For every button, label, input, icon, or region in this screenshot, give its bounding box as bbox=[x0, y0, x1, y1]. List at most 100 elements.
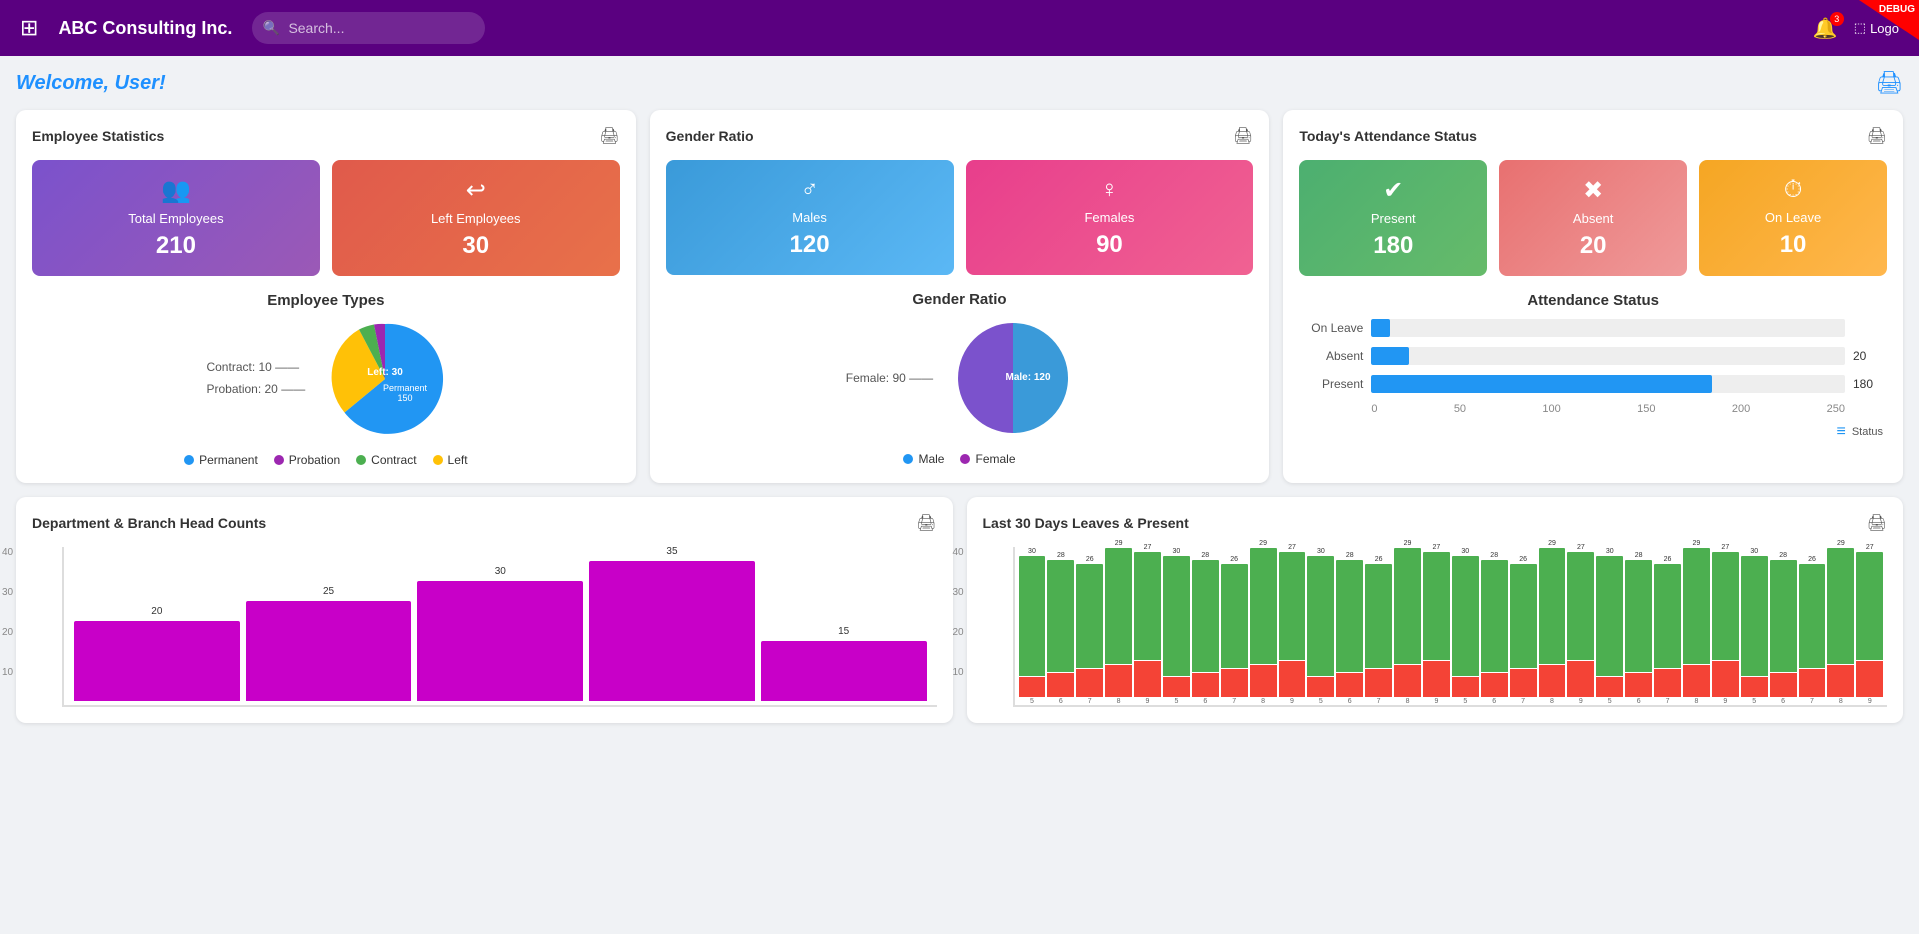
present-bar-fill bbox=[1371, 375, 1712, 393]
males-value: 120 bbox=[790, 231, 830, 259]
absent-bar-value: 20 bbox=[1853, 349, 1883, 363]
employee-types-pie-area: Contract: 10 —— Probation: 20 —— Left: 3… bbox=[32, 319, 620, 439]
left-employees-tile: ↩ Left Employees 30 bbox=[332, 160, 620, 276]
dept-branch-bar-chart: 20 25 30 35 bbox=[62, 547, 937, 707]
absent-icon: ✖ bbox=[1583, 176, 1603, 205]
gender-ratio-chart-title: Gender Ratio bbox=[666, 291, 1254, 308]
day-col-7: 267 bbox=[1221, 556, 1248, 705]
legend-female: Female bbox=[960, 452, 1015, 466]
dept-y-labels: 40 30 20 10 bbox=[2, 547, 13, 707]
absent-tile: ✖ Absent 20 bbox=[1499, 160, 1687, 276]
total-employees-tile: 👥 Total Employees 210 bbox=[32, 160, 320, 276]
last30days-print[interactable]: 🖨 bbox=[1867, 513, 1887, 533]
on-leave-label: On Leave bbox=[1765, 210, 1821, 225]
header: ⊞ ABC Consulting Inc. 🔔 3 ⬚ Logo bbox=[0, 0, 1919, 56]
legend-permanent: Permanent bbox=[184, 453, 258, 467]
pie-labels: Contract: 10 —— Probation: 20 —— bbox=[206, 357, 305, 400]
day-col-2: 267 bbox=[1076, 556, 1103, 705]
day-col-1: 286 bbox=[1047, 552, 1074, 705]
day-col-6: 286 bbox=[1192, 552, 1219, 705]
notification-badge: 3 bbox=[1830, 12, 1844, 26]
day-col-3: 298 bbox=[1105, 540, 1132, 705]
attendance-axis: 0 50 100 150 200 250 bbox=[1371, 403, 1883, 415]
females-label: Females bbox=[1084, 210, 1134, 225]
app-logo: ABC Consulting Inc. bbox=[58, 18, 232, 39]
day-col-29: 279 bbox=[1856, 544, 1883, 705]
attendance-status-card: Today's Attendance Status 🖨 ✔ Present 18… bbox=[1283, 110, 1903, 483]
svg-text:Male: 120: Male: 120 bbox=[1006, 372, 1051, 383]
absent-value: 20 bbox=[1580, 232, 1607, 260]
employee-statistics-print[interactable]: 🖨 bbox=[599, 126, 619, 146]
employee-statistics-card: Employee Statistics 🖨 👥 Total Employees … bbox=[16, 110, 636, 483]
on-leave-bar-track bbox=[1371, 319, 1845, 337]
status-legend-label: Status bbox=[1852, 426, 1883, 438]
employee-types-pie: Left: 30 Permanent 150 bbox=[325, 319, 445, 439]
female-pie-label: Female: 90 —— bbox=[846, 371, 933, 385]
day-col-9: 279 bbox=[1279, 544, 1306, 705]
dept-branch-print[interactable]: 🖨 bbox=[916, 513, 936, 533]
dept-branch-card: Department & Branch Head Counts 🖨 40 30 … bbox=[16, 497, 953, 723]
employee-statistics-title: Employee Statistics bbox=[32, 128, 164, 144]
welcome-row: Welcome, User! 🖨 bbox=[16, 70, 1903, 96]
last30days-title: Last 30 Days Leaves & Present bbox=[983, 515, 1189, 531]
males-tile: ♂ Males 120 bbox=[666, 160, 954, 275]
present-tile: ✔ Present 180 bbox=[1299, 160, 1487, 276]
day-col-12: 267 bbox=[1365, 556, 1392, 705]
legend-male: Male bbox=[903, 452, 944, 466]
attendance-chart-title: Attendance Status bbox=[1299, 292, 1887, 309]
dept-bar-2: 25 bbox=[246, 586, 412, 705]
header-actions: 🔔 3 ⬚ Logo bbox=[1813, 16, 1899, 41]
last30days-chart: 3052862672982793052862672982793052862672… bbox=[1013, 547, 1888, 707]
search-wrapper bbox=[252, 12, 852, 44]
present-icon: ✔ bbox=[1383, 176, 1403, 205]
absent-bar-row: Absent 20 bbox=[1303, 347, 1883, 365]
day-col-26: 286 bbox=[1770, 552, 1797, 705]
left-employees-value: 30 bbox=[462, 232, 489, 260]
welcome-prefix: Welcome, bbox=[16, 72, 109, 94]
attendance-status-title: Today's Attendance Status bbox=[1299, 128, 1477, 144]
dept-bar-5: 15 bbox=[761, 626, 927, 705]
total-employees-icon: 👥 bbox=[161, 176, 191, 205]
day-col-16: 286 bbox=[1481, 552, 1508, 705]
day-col-18: 298 bbox=[1539, 540, 1566, 705]
dept-branch-header: Department & Branch Head Counts 🖨 bbox=[32, 513, 937, 533]
legend-contract: Contract bbox=[356, 453, 416, 467]
attendance-legend: ≡ Status bbox=[1303, 423, 1883, 441]
employee-statistics-header: Employee Statistics 🖨 bbox=[32, 126, 620, 146]
main-content: Welcome, User! 🖨 Employee Statistics 🖨 👥… bbox=[0, 56, 1919, 737]
day-col-28: 298 bbox=[1827, 540, 1854, 705]
attendance-bar-chart: On Leave Absent 20 Present bbox=[1299, 319, 1887, 441]
present-label: Present bbox=[1371, 211, 1416, 226]
present-bar-value: 180 bbox=[1853, 377, 1883, 391]
probation-label: Probation: 20 —— bbox=[206, 379, 305, 401]
logout-button[interactable]: ⬚ Logo bbox=[1854, 20, 1899, 36]
employee-types-legend: Permanent Probation Contract Left bbox=[32, 453, 620, 467]
absent-bar-fill bbox=[1371, 347, 1409, 365]
search-input[interactable] bbox=[252, 12, 485, 44]
last30days-card: Last 30 Days Leaves & Present 🖨 40 30 20… bbox=[967, 497, 1904, 723]
present-value: 180 bbox=[1373, 232, 1413, 260]
attendance-status-print[interactable]: 🖨 bbox=[1867, 126, 1887, 146]
males-icon: ♂ bbox=[801, 176, 819, 204]
notification-button[interactable]: 🔔 3 bbox=[1813, 16, 1838, 41]
absent-label: Absent bbox=[1573, 211, 1613, 226]
females-value: 90 bbox=[1096, 231, 1123, 259]
legend-left: Left bbox=[433, 453, 468, 467]
day-col-0: 305 bbox=[1019, 548, 1046, 705]
gender-ratio-print[interactable]: 🖨 bbox=[1233, 126, 1253, 146]
day-col-4: 279 bbox=[1134, 544, 1161, 705]
absent-bar-track bbox=[1371, 347, 1845, 365]
on-leave-tile: ⏱ On Leave 10 bbox=[1699, 160, 1887, 276]
left-employees-icon: ↩ bbox=[466, 176, 486, 205]
total-employees-value: 210 bbox=[156, 232, 196, 260]
gender-pie: Male: 120 bbox=[953, 318, 1073, 438]
gender-pie-area: Female: 90 —— Male: 120 bbox=[666, 318, 1254, 438]
bottom-row: Department & Branch Head Counts 🖨 40 30 … bbox=[16, 497, 1903, 723]
males-label: Males bbox=[792, 210, 827, 225]
present-bar-track bbox=[1371, 375, 1845, 393]
day-col-25: 305 bbox=[1741, 548, 1768, 705]
present-bar-label: Present bbox=[1303, 377, 1363, 391]
print-page-button[interactable]: 🖨 bbox=[1875, 70, 1903, 96]
dept-bar-3: 30 bbox=[417, 566, 583, 705]
grid-icon[interactable]: ⊞ bbox=[20, 15, 38, 41]
